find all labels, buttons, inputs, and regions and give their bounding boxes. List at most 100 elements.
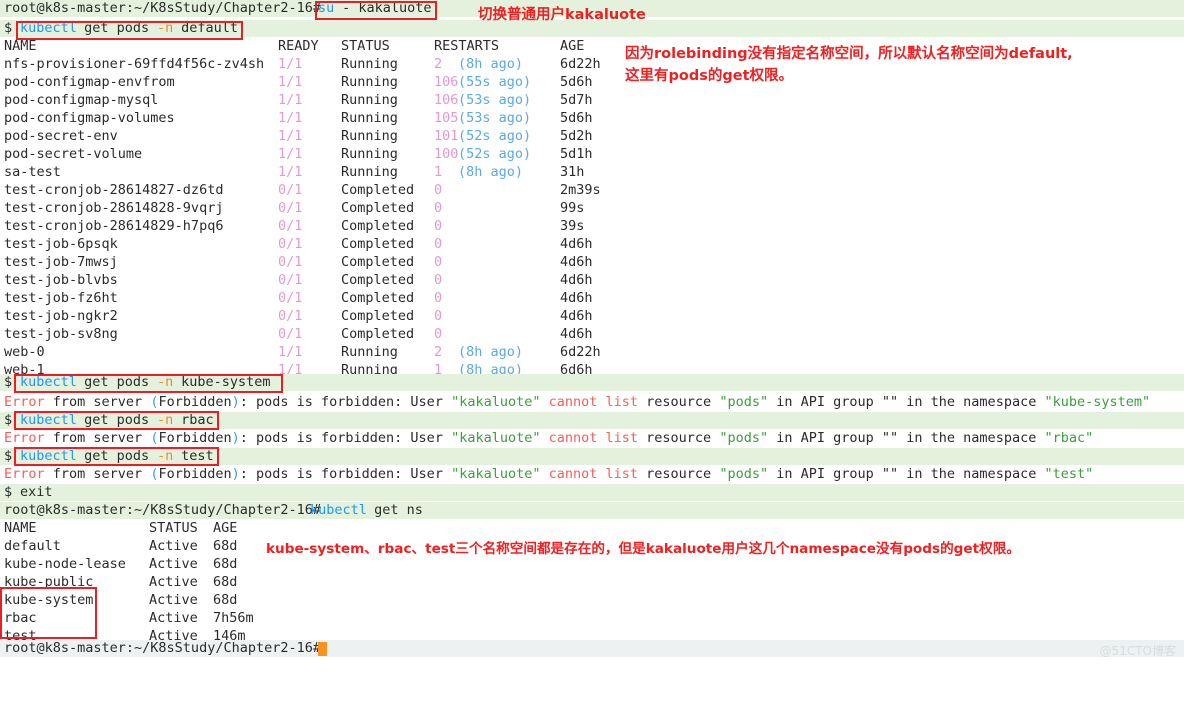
- pod-status: Completed: [341, 290, 415, 306]
- pod-restart-time: (52s ago): [458, 128, 532, 144]
- pod-restarts: 105: [434, 110, 459, 126]
- pod-ready: 1/1: [278, 344, 303, 360]
- kubectl-subcommand: get pods: [76, 412, 158, 428]
- pods-table-row: test-job-6psqk 0/1 Completed 0 4d6h: [0, 236, 1184, 254]
- ns-table-row: kube-system Active 68d: [0, 592, 1184, 610]
- pod-name: pod-configmap-envfrom: [4, 74, 175, 90]
- pod-restart-time: (55s ago): [458, 74, 532, 90]
- text-cursor: [318, 642, 327, 659]
- ns-status: Active: [149, 610, 198, 626]
- pod-name: test-job-6psqk: [4, 236, 118, 252]
- pod-restart-time: (8h ago): [458, 56, 524, 72]
- error-user: "kakaluote": [451, 430, 541, 446]
- error-namespace: "kube-system": [1044, 394, 1151, 410]
- root-prompt: root@k8s-master:~/K8sStudy/Chapter2-16#: [4, 0, 321, 16]
- ns-name: kube-system: [4, 592, 94, 608]
- pods-table-row: pod-configmap-volumes 1/1 Running 105 (53s a…: [0, 110, 1184, 128]
- pod-age: 4d6h: [560, 290, 593, 306]
- pod-restarts: 100: [434, 146, 459, 162]
- error-resource-label: resource: [646, 394, 720, 410]
- kubectl-command: kubectl: [310, 502, 367, 518]
- error-verb: cannot list: [540, 394, 647, 410]
- pod-name: pod-secret-env: [4, 128, 118, 144]
- pod-restart-time: (8h ago): [458, 344, 524, 360]
- pod-restarts: 2: [434, 56, 443, 72]
- pod-age: 6d22h: [560, 56, 601, 72]
- pod-age: 4d6h: [560, 254, 593, 270]
- header-ready: READY: [278, 38, 319, 54]
- terminal-line-final-prompt[interactable]: root@k8s-master:~/K8sStudy/Chapter2-16#: [0, 640, 1184, 659]
- kubectl-subcommand: get pods: [76, 374, 158, 390]
- error-api-group-label: in API group: [768, 430, 882, 446]
- namespace-value: kube-system: [173, 374, 271, 390]
- header-ns-name: NAME: [4, 520, 37, 536]
- ns-status: Active: [149, 556, 198, 572]
- pod-restarts: 0: [434, 218, 443, 234]
- pod-age: 2m39s: [560, 182, 601, 198]
- pod-status: Running: [341, 344, 398, 360]
- pod-status: Completed: [341, 236, 415, 252]
- pod-restarts: 0: [434, 308, 443, 324]
- ns-age: 68d: [213, 538, 238, 554]
- pod-name: test-job-fz6ht: [4, 290, 118, 306]
- pod-name: sa-test: [4, 164, 61, 180]
- pod-status: Completed: [341, 272, 415, 288]
- pod-restarts: 0: [434, 326, 443, 342]
- pod-restarts: 2: [434, 344, 443, 360]
- error-paren-close: ): [231, 430, 240, 446]
- pod-status: Running: [341, 164, 398, 180]
- error-reason: Forbidden: [158, 466, 232, 482]
- ns-age: 68d: [213, 556, 238, 572]
- pod-status: Running: [341, 74, 398, 90]
- error-line-kube-system: Error from server (Forbidden): pods is f…: [0, 394, 1184, 412]
- pods-table-row: pod-secret-volume 1/1 Running 100 (52s ago) 5…: [0, 146, 1184, 164]
- pod-name: test-job-7mwsj: [4, 254, 118, 270]
- pod-name: test-job-blvbs: [4, 272, 118, 288]
- pods-table-row: pod-configmap-mysql 1/1 Running 106 (53s ago…: [0, 92, 1184, 110]
- pod-ready: 0/1: [278, 236, 303, 252]
- pod-status: Completed: [341, 218, 415, 234]
- pod-name: pod-configmap-mysql: [4, 92, 159, 108]
- pod-status: Running: [341, 146, 398, 162]
- pod-restarts: 0: [434, 236, 443, 252]
- error-message: : pods is forbidden: User: [239, 394, 452, 410]
- terminal-line-get-pods-kube-system: $ kubectl get pods -n kube-system: [0, 374, 1184, 392]
- pod-restarts: 0: [434, 272, 443, 288]
- pod-restarts: 106: [434, 92, 459, 108]
- pod-age: 5d6h: [560, 74, 593, 90]
- error-api-group-label: in API group: [768, 466, 882, 482]
- error-resource: "pods": [719, 394, 769, 410]
- exit-command: exit: [20, 484, 53, 500]
- kubectl-command: kubectl: [20, 448, 77, 464]
- pods-table-row: test-job-fz6ht 0/1 Completed 0 4d6h: [0, 290, 1184, 308]
- error-line-rbac: Error from server (Forbidden): pods is f…: [0, 430, 1184, 448]
- error-resource-label: resource: [646, 430, 720, 446]
- pod-age: 6d22h: [560, 344, 601, 360]
- pods-table-row: test-job-sv8ng 0/1 Completed 0 4d6h: [0, 326, 1184, 344]
- error-resource: "pods": [719, 466, 769, 482]
- pod-restarts: 0: [434, 182, 443, 198]
- pod-ready: 1/1: [278, 110, 303, 126]
- header-status: STATUS: [341, 38, 390, 54]
- pod-ready: 0/1: [278, 326, 303, 342]
- pod-restarts: 0: [434, 200, 443, 216]
- pods-table-row: test-cronjob-28614829-h7pq6 0/1 Completed 0…: [0, 218, 1184, 236]
- terminal-line-exit: $ exit: [0, 484, 1184, 502]
- terminal-window[interactable]: root@k8s-master:~/K8sStudy/Chapter2-16# …: [0, 0, 1184, 662]
- error-source: from server: [44, 430, 151, 446]
- watermark: @51CTO博客: [1099, 644, 1176, 658]
- pod-age: 31h: [560, 164, 585, 180]
- root-prompt: root@k8s-master:~/K8sStudy/Chapter2-16#: [4, 640, 321, 656]
- pod-restart-time: (53s ago): [458, 92, 532, 108]
- pod-age: 5d2h: [560, 128, 593, 144]
- pod-ready: 0/1: [278, 308, 303, 324]
- pods-table-row: test-job-blvbs 0/1 Completed 0 4d6h: [0, 272, 1184, 290]
- annotation-rolebinding-line2: 这里有pods的get权限。: [625, 68, 793, 84]
- terminal-line-get-pods-test: $ kubectl get pods -n test: [0, 448, 1184, 466]
- ns-age: 7h56m: [213, 610, 254, 626]
- error-source: from server: [44, 466, 151, 482]
- pod-age: 5d6h: [560, 110, 593, 126]
- ns-status: Active: [149, 592, 198, 608]
- ns-name: kube-node-lease: [4, 556, 126, 572]
- pod-ready: 1/1: [278, 128, 303, 144]
